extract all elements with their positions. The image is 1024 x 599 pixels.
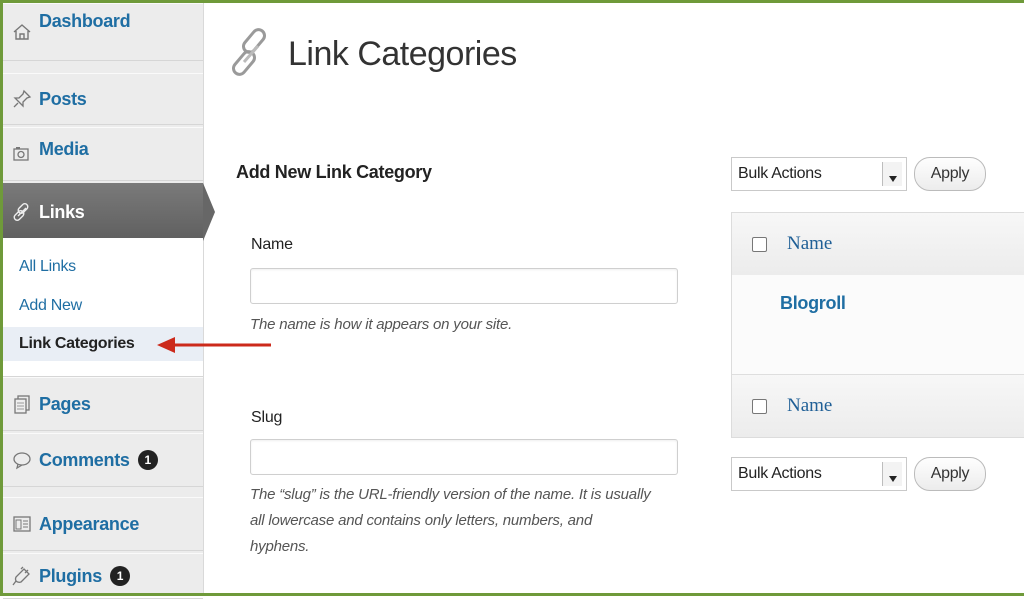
- sidebar-item-label: Plugins: [39, 565, 102, 586]
- links-submenu: All Links Add New Link Categories: [3, 238, 203, 377]
- sidebar-item-dashboard[interactable]: Dashboard: [3, 3, 203, 61]
- comment-bubble-icon: [9, 449, 35, 471]
- submenu-item-add-new[interactable]: Add New: [19, 297, 82, 315]
- sidebar-item-label: Dashboard: [39, 10, 131, 31]
- submenu-item-all-links[interactable]: All Links: [19, 258, 76, 276]
- sidebar-item-label: Pages: [39, 393, 91, 414]
- pages-icon: [9, 393, 35, 415]
- link-icon: [232, 28, 266, 76]
- sidebar-item-media[interactable]: Media: [3, 127, 203, 181]
- admin-sidebar: Dashboard Posts Media Links All Links Ad…: [3, 3, 215, 599]
- column-header-name[interactable]: Name: [787, 233, 832, 255]
- link-icon: [9, 201, 35, 223]
- plugins-update-badge: 1: [109, 566, 130, 586]
- table-body: Blogroll: [732, 275, 1024, 376]
- page-header: Link Categories: [228, 24, 517, 84]
- comments-count-badge: 1: [137, 450, 158, 470]
- name-field[interactable]: [250, 268, 678, 304]
- form-heading: Add New Link Category: [236, 162, 432, 182]
- media-icon: [9, 143, 35, 165]
- bulk-actions-selected: Bulk Actions: [738, 165, 822, 182]
- link-categories-table: Name Blogroll Name: [731, 212, 1024, 438]
- name-label: Name: [251, 236, 293, 253]
- bulk-actions-select-bottom[interactable]: Bulk Actions: [731, 457, 907, 491]
- select-all-checkbox[interactable]: [752, 236, 767, 252]
- slug-field[interactable]: [250, 439, 678, 475]
- page-title: Link Categories: [288, 34, 517, 73]
- sidebar-item-label: Appearance: [39, 513, 140, 534]
- home-icon: [9, 21, 35, 43]
- table-row-title-link[interactable]: Blogroll: [780, 293, 846, 314]
- sidebar-item-appearance[interactable]: Appearance: [3, 497, 203, 551]
- table-footer-row: Name: [732, 374, 1024, 437]
- select-all-checkbox-footer[interactable]: [752, 398, 767, 414]
- apply-button-bottom[interactable]: Apply: [914, 457, 986, 491]
- slug-hint-line: all lowercase and contains only letters,…: [250, 512, 593, 529]
- slug-hint-line: The “slug” is the URL-friendly version o…: [250, 486, 651, 503]
- sidebar-item-links[interactable]: Links: [3, 183, 215, 241]
- name-hint: The name is how it appears on your site.: [250, 316, 513, 333]
- appearance-icon: [9, 513, 35, 535]
- chevron-down-icon: [882, 162, 902, 186]
- sidebar-item-plugins[interactable]: Plugins 1: [3, 553, 203, 599]
- sidebar-item-label: Posts: [39, 88, 87, 109]
- sidebar-item-pages[interactable]: Pages: [3, 377, 203, 431]
- sidebar-item-label: Media: [39, 138, 89, 159]
- slug-label: Slug: [251, 409, 283, 426]
- bulk-actions-selected: Bulk Actions: [738, 465, 822, 482]
- slug-hint-line: hyphens.: [250, 538, 310, 555]
- sidebar-item-label: Comments: [39, 449, 130, 470]
- plugin-icon: [9, 565, 35, 587]
- sidebar-item-posts[interactable]: Posts: [3, 73, 203, 125]
- table-header-row: Name: [732, 213, 1024, 276]
- bulk-actions-select-top[interactable]: Bulk Actions: [731, 157, 907, 191]
- slug-hint: The “slug” is the URL-friendly version o…: [250, 482, 651, 560]
- sidebar-item-comments[interactable]: Comments 1: [3, 433, 203, 487]
- chevron-down-icon: [882, 462, 902, 486]
- column-footer-name[interactable]: Name: [787, 395, 832, 417]
- pushpin-icon: [9, 88, 35, 110]
- apply-button-top[interactable]: Apply: [914, 157, 986, 191]
- sidebar-item-label: Links: [39, 201, 85, 222]
